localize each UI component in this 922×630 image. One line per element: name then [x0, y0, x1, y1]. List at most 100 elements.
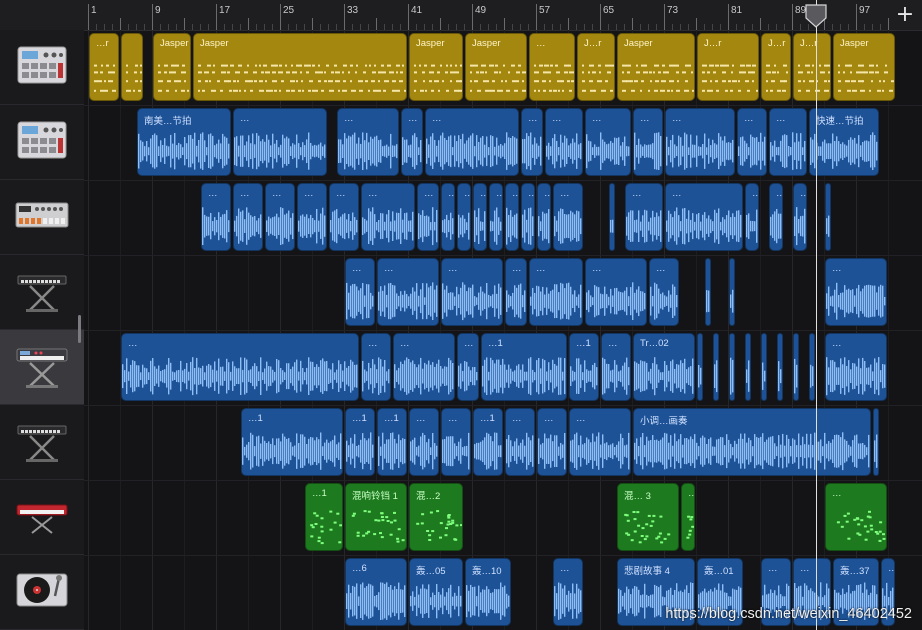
audio-region[interactable]: … [585, 258, 647, 326]
audio-region[interactable]: … [825, 258, 887, 326]
audio-region[interactable]: … [297, 183, 327, 251]
audio-region[interactable]: … [697, 333, 703, 401]
playhead-handle-icon[interactable] [805, 4, 827, 28]
midi-region[interactable]: Jasper [617, 33, 695, 101]
audio-region[interactable]: … [121, 333, 359, 401]
audio-region[interactable]: … [505, 408, 535, 476]
audio-region[interactable]: … [729, 333, 735, 401]
audio-region[interactable]: … [457, 183, 471, 251]
audio-region[interactable]: … [825, 333, 887, 401]
audio-region[interactable]: … [769, 183, 783, 251]
track-header-synth-workstation[interactable] [0, 330, 84, 405]
midi-loop-region[interactable]: 混响铃铛 1 [345, 483, 407, 551]
audio-region[interactable]: … [777, 333, 783, 401]
audio-region[interactable]: … [745, 333, 751, 401]
audio-region[interactable]: 轰…05 [409, 558, 463, 626]
audio-region[interactable]: … [345, 258, 375, 326]
midi-region[interactable]: … [529, 33, 575, 101]
audio-region[interactable]: … [825, 183, 831, 251]
audio-region[interactable]: … [553, 558, 583, 626]
midi-region[interactable]: …r [89, 33, 119, 101]
audio-region[interactable]: … [625, 183, 663, 251]
audio-region[interactable]: … [665, 108, 735, 176]
audio-region[interactable]: … [329, 183, 359, 251]
audio-region[interactable]: … [505, 258, 527, 326]
audio-region[interactable]: … [409, 408, 439, 476]
audio-region[interactable]: … [745, 183, 759, 251]
audio-region[interactable]: … [553, 183, 583, 251]
audio-region[interactable]: …1 [569, 333, 599, 401]
audio-region[interactable]: … [537, 183, 551, 251]
audio-region[interactable]: … [537, 408, 567, 476]
midi-region[interactable]: Jasper [153, 33, 191, 101]
midi-region[interactable]: Jasper [409, 33, 463, 101]
audio-region[interactable]: … [233, 183, 263, 251]
audio-region[interactable]: 南美…节拍 [137, 108, 231, 176]
track-header-red-keyboard[interactable] [0, 480, 84, 555]
audio-region[interactable]: … [569, 408, 631, 476]
audio-region[interactable]: … [425, 108, 519, 176]
midi-loop-region[interactable]: … [825, 483, 887, 551]
track-header-keyboard-2[interactable] [0, 405, 84, 480]
audio-region[interactable]: … [649, 258, 679, 326]
audio-region[interactable]: 轰…10 [465, 558, 511, 626]
header-resize-handle[interactable] [78, 315, 81, 343]
midi-region[interactable]: Jasper [465, 33, 527, 101]
audio-region[interactable]: … [585, 108, 631, 176]
midi-region[interactable]: Jasper [193, 33, 407, 101]
audio-region[interactable]: … [441, 408, 471, 476]
timeline-ruler[interactable]: 1 9 17 25 33 41 49 57 65 73 81 89 97 [84, 0, 922, 31]
track-header-turntable[interactable] [0, 555, 84, 630]
audio-region[interactable]: … [233, 108, 327, 176]
audio-region[interactable]: … [361, 333, 391, 401]
audio-region[interactable]: … [521, 108, 543, 176]
audio-region[interactable]: … [601, 333, 631, 401]
track-header-keyboard-1[interactable] [0, 255, 84, 330]
midi-region[interactable]: J…r [761, 33, 791, 101]
audio-region[interactable]: … [337, 108, 399, 176]
audio-region[interactable]: … [441, 183, 455, 251]
audio-region[interactable]: … [665, 183, 743, 251]
audio-region[interactable]: … [457, 333, 479, 401]
audio-region[interactable]: … [521, 183, 535, 251]
audio-region[interactable]: … [417, 183, 439, 251]
audio-region[interactable]: Tr…02 [633, 333, 695, 401]
audio-region[interactable]: … [377, 258, 439, 326]
audio-region[interactable]: … [473, 183, 487, 251]
add-track-button[interactable]: + [890, 0, 920, 30]
audio-region[interactable]: … [761, 333, 767, 401]
audio-region[interactable]: … [265, 183, 295, 251]
audio-region[interactable]: 快速…节拍 [809, 108, 879, 176]
audio-region[interactable]: …1 [241, 408, 343, 476]
midi-region[interactable] [121, 33, 143, 101]
audio-region[interactable]: …1 [377, 408, 407, 476]
audio-region[interactable]: … [545, 108, 583, 176]
midi-region[interactable]: J…r [577, 33, 615, 101]
midi-region[interactable]: Jasper [833, 33, 895, 101]
audio-region[interactable]: … [393, 333, 455, 401]
audio-region[interactable]: … [809, 333, 815, 401]
audio-region[interactable]: … [705, 258, 711, 326]
audio-region[interactable]: … [729, 258, 735, 326]
midi-loop-region[interactable]: 混… 3 [617, 483, 679, 551]
audio-region[interactable]: … [529, 258, 583, 326]
audio-region[interactable]: … [361, 183, 415, 251]
audio-region[interactable]: … [505, 183, 519, 251]
audio-region[interactable]: … [793, 333, 799, 401]
midi-region[interactable]: J…r [793, 33, 831, 101]
audio-region[interactable]: …1 [345, 408, 375, 476]
audio-region[interactable]: … [769, 108, 807, 176]
midi-loop-region[interactable]: 混…2 [409, 483, 463, 551]
audio-region[interactable]: … [737, 108, 767, 176]
audio-region[interactable]: … [441, 258, 503, 326]
audio-region[interactable]: … [609, 183, 615, 251]
audio-region[interactable]: …1 [473, 408, 503, 476]
track-header-drum-machine[interactable] [0, 30, 84, 105]
audio-region[interactable]: … [201, 183, 231, 251]
audio-region[interactable]: …1 [481, 333, 567, 401]
midi-region[interactable]: J…r [697, 33, 759, 101]
audio-region[interactable]: … [793, 183, 807, 251]
audio-region[interactable]: … [873, 408, 879, 476]
audio-region[interactable]: … [489, 183, 503, 251]
midi-loop-region[interactable]: … [681, 483, 695, 551]
